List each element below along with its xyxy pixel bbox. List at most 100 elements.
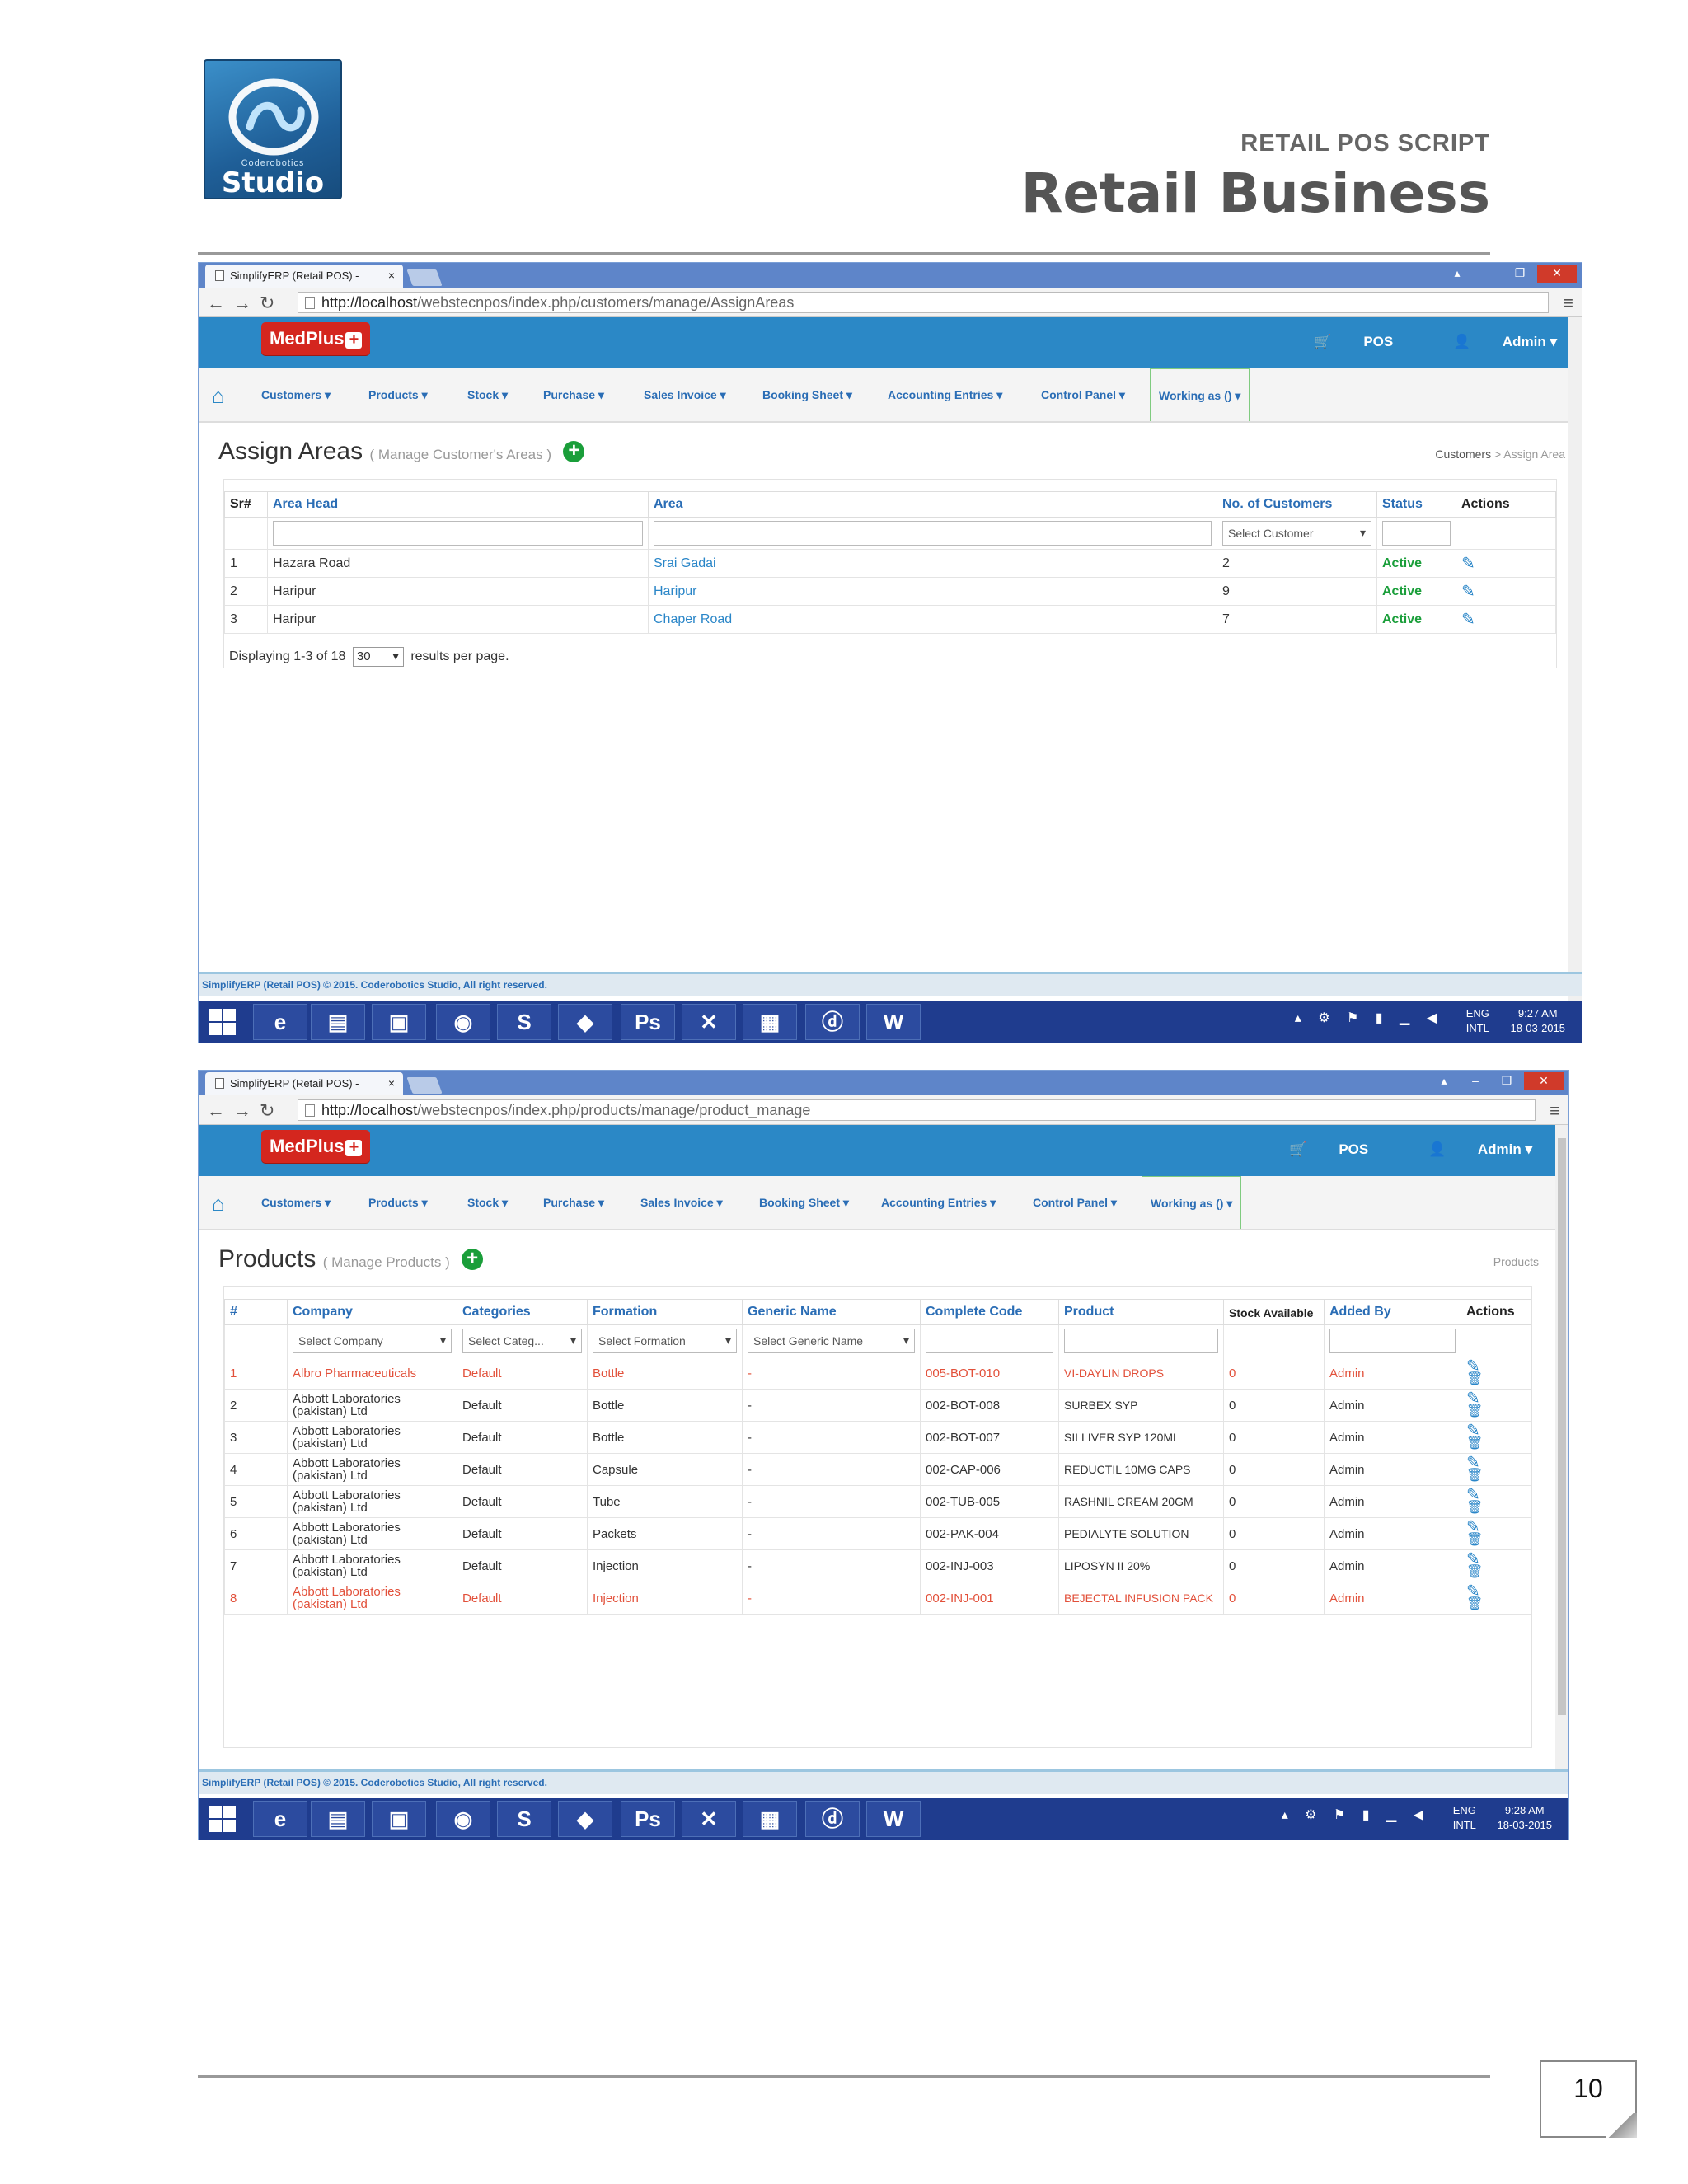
col-area-head[interactable]: Area Head xyxy=(267,491,649,518)
skype-icon[interactable]: S xyxy=(497,1004,551,1040)
tray-icons[interactable]: ▴ ⚙ ⚑ ▮ ▁ ◀ xyxy=(1295,1011,1443,1026)
col-added-by[interactable]: Added By xyxy=(1324,1299,1461,1325)
col-product[interactable]: Product xyxy=(1058,1299,1224,1325)
edit-icon[interactable]: ✎ xyxy=(1461,583,1475,601)
nav-sales-invoice[interactable]: Sales Invoice ▾ xyxy=(640,1196,723,1210)
close-window-button[interactable]: ✕ xyxy=(1524,1072,1564,1090)
windows-start-icon[interactable] xyxy=(209,1008,237,1036)
dreamweaver-icon[interactable]: ⓓ xyxy=(805,1004,860,1040)
windows-start-icon[interactable] xyxy=(209,1805,237,1833)
scrollbar[interactable] xyxy=(1568,317,1582,1003)
nav-purchase[interactable]: Purchase ▾ xyxy=(543,388,604,402)
nav-buttons[interactable]: ←→↻ xyxy=(207,293,283,314)
new-tab-button[interactable] xyxy=(406,1077,443,1094)
app-logo[interactable]: MedPlus + xyxy=(261,322,371,355)
delete-icon[interactable]: 🗑 xyxy=(1466,1501,1483,1515)
skype-icon[interactable]: S xyxy=(497,1801,551,1837)
explorer-icon[interactable]: ▤ xyxy=(311,1004,365,1040)
area-head-filter[interactable] xyxy=(273,521,643,546)
nav-stock[interactable]: Stock ▾ xyxy=(467,1196,508,1210)
chrome-icon[interactable]: ◉ xyxy=(436,1004,490,1040)
url-input[interactable]: http://localhost/webstecnpos/index.php/c… xyxy=(298,292,1549,313)
edit-icon[interactable]: ✎ xyxy=(1461,555,1475,573)
photoshop-icon[interactable]: Ps xyxy=(621,1801,675,1837)
dreamweaver-icon[interactable]: ⓓ xyxy=(805,1801,860,1837)
nav-working-as[interactable]: Working as () ▾ xyxy=(1142,1176,1242,1229)
nav-products[interactable]: Products ▾ xyxy=(368,1196,428,1210)
app-icon[interactable]: ◆ xyxy=(558,1801,612,1837)
col-company[interactable]: Company xyxy=(287,1299,457,1325)
restore-button[interactable]: ❐ xyxy=(1493,1072,1521,1090)
code-filter[interactable] xyxy=(926,1329,1053,1353)
clock[interactable]: 9:27 AM 18-03-2015 xyxy=(1511,1006,1566,1036)
browser-tab[interactable]: SimplifyERP (Retail POS) - × xyxy=(205,1072,403,1095)
delete-icon[interactable]: 🗑 xyxy=(1466,1533,1483,1547)
add-icon[interactable]: + xyxy=(462,1249,484,1270)
home-icon[interactable]: ⌂ xyxy=(212,383,225,409)
explorer-icon[interactable]: ▤ xyxy=(311,1801,365,1837)
col-area[interactable]: Area xyxy=(648,491,1217,518)
product-filter[interactable] xyxy=(1064,1329,1218,1353)
scrollbar[interactable] xyxy=(1555,1125,1568,1793)
col-generic-name[interactable]: Generic Name xyxy=(742,1299,921,1325)
home-icon[interactable]: ⌂ xyxy=(212,1191,225,1216)
nav-purchase[interactable]: Purchase ▾ xyxy=(543,1196,604,1210)
add-icon[interactable]: + xyxy=(563,441,585,462)
word-icon[interactable]: W xyxy=(866,1801,921,1837)
delete-icon[interactable]: 🗑 xyxy=(1466,1469,1483,1483)
network-icon[interactable]: ▦ xyxy=(743,1801,797,1837)
clock[interactable]: 9:28 AM 18-03-2015 xyxy=(1498,1803,1553,1833)
network-icon[interactable]: ▦ xyxy=(743,1004,797,1040)
app-logo[interactable]: MedPlus + xyxy=(261,1130,371,1163)
tray-icons[interactable]: ▴ ⚙ ⚑ ▮ ▁ ◀ xyxy=(1282,1808,1430,1823)
pos-link[interactable]: 🛒 POS xyxy=(1286,334,1393,349)
nav-sales-invoice[interactable]: Sales Invoice ▾ xyxy=(644,388,726,402)
ie-icon[interactable]: e xyxy=(253,1801,307,1837)
nav-accounting-entries[interactable]: Accounting Entries ▾ xyxy=(881,1196,996,1210)
browser-tab[interactable]: SimplifyERP (Retail POS) - × xyxy=(205,265,403,288)
category-filter[interactable]: Select Categ... xyxy=(462,1329,582,1353)
nav-booking-sheet[interactable]: Booking Sheet ▾ xyxy=(762,388,852,402)
nav-working-as[interactable]: Working as () ▾ xyxy=(1150,368,1250,421)
nav-products[interactable]: Products ▾ xyxy=(368,388,428,402)
delete-icon[interactable]: 🗑 xyxy=(1466,1597,1483,1611)
col-formation[interactable]: Formation xyxy=(587,1299,743,1325)
tab-close-icon[interactable]: × xyxy=(388,1076,395,1090)
store-icon[interactable]: ▣ xyxy=(372,1801,426,1837)
nav-customers[interactable]: Customers ▾ xyxy=(261,388,331,402)
row-area-link[interactable]: Haripur xyxy=(648,577,1217,606)
nav-customers[interactable]: Customers ▾ xyxy=(261,1196,331,1210)
photoshop-icon[interactable]: Ps xyxy=(621,1004,675,1040)
user-icon[interactable]: ▴ xyxy=(1443,265,1471,283)
ie-icon[interactable]: e xyxy=(253,1004,307,1040)
minimize-button[interactable]: – xyxy=(1461,1072,1489,1090)
language-indicator[interactable]: ENG INTL xyxy=(1453,1803,1476,1833)
edit-icon[interactable]: ✎ xyxy=(1461,611,1475,629)
nav-stock[interactable]: Stock ▾ xyxy=(467,388,508,402)
tab-close-icon[interactable]: × xyxy=(388,269,395,282)
close-window-button[interactable]: ✕ xyxy=(1537,265,1577,283)
word-icon[interactable]: W xyxy=(866,1004,921,1040)
browser-menu-icon[interactable]: ≡ xyxy=(1563,293,1573,314)
col-number[interactable]: # xyxy=(224,1299,288,1325)
customer-filter[interactable]: Select Customer xyxy=(1222,521,1372,546)
company-filter[interactable]: Select Company xyxy=(293,1329,452,1353)
generic-filter[interactable]: Select Generic Name xyxy=(748,1329,915,1353)
user-icon[interactable]: ▴ xyxy=(1430,1072,1458,1090)
url-input[interactable]: http://localhost/webstecnpos/index.php/p… xyxy=(298,1099,1536,1121)
nav-buttons[interactable]: ←→↻ xyxy=(207,1100,283,1122)
app-icon[interactable]: ◆ xyxy=(558,1004,612,1040)
pos-link[interactable]: 🛒 POS xyxy=(1261,1141,1368,1157)
restore-button[interactable]: ❐ xyxy=(1506,265,1534,283)
breadcrumb-customers[interactable]: Customers xyxy=(1435,448,1491,461)
col-sr[interactable]: Sr# xyxy=(224,491,268,518)
nav-accounting-entries[interactable]: Accounting Entries ▾ xyxy=(888,388,1002,402)
col-no-customers[interactable]: No. of Customers xyxy=(1217,491,1377,518)
tools-icon[interactable]: ✕ xyxy=(682,1801,736,1837)
nav-control-panel[interactable]: Control Panel ▾ xyxy=(1033,1196,1117,1210)
added-by-filter[interactable] xyxy=(1329,1329,1456,1353)
col-status[interactable]: Status xyxy=(1376,491,1456,518)
per-page-select[interactable]: 30 xyxy=(352,647,404,667)
nav-booking-sheet[interactable]: Booking Sheet ▾ xyxy=(759,1196,849,1210)
minimize-button[interactable]: – xyxy=(1475,265,1503,283)
